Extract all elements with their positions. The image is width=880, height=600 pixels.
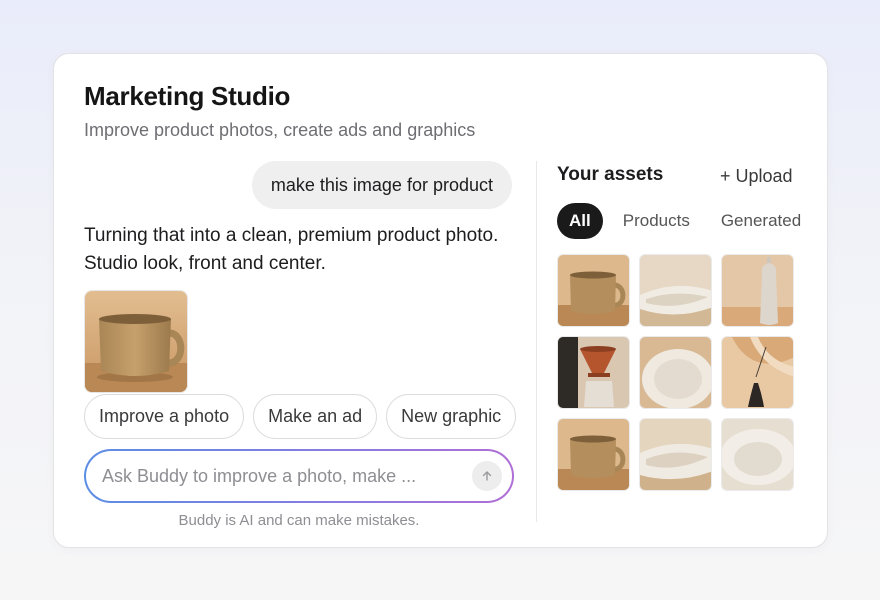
user-message-bubble: make this image for product	[251, 161, 512, 209]
disclaimer-text: Buddy is AI and can make mistakes.	[178, 512, 420, 529]
assistant-message: Turning that into a clean, premium produ…	[84, 225, 499, 274]
asset-plate[interactable]	[639, 336, 712, 409]
chat-input[interactable]	[102, 465, 472, 487]
chip-new-graphic[interactable]: New graphic	[386, 394, 517, 439]
marketing-studio-card: Marketing Studio Improve product photos,…	[53, 53, 828, 548]
asset-mug[interactable]	[557, 418, 630, 491]
tab-all[interactable]: All	[557, 203, 603, 239]
arrow-up-icon	[481, 470, 493, 482]
page-subtitle: Improve product photos, create ads and g…	[84, 120, 476, 140]
suggestion-chips: Improve a photo Make an ad New graphic	[84, 394, 517, 439]
chip-make-ad[interactable]: Make an ad	[253, 394, 378, 439]
tab-generated[interactable]: Generated	[710, 203, 812, 239]
panel-divider	[536, 161, 537, 522]
asset-vase[interactable]	[721, 254, 794, 327]
asset-bud-vase[interactable]	[721, 336, 794, 409]
mug-photo-image	[85, 291, 187, 392]
send-button[interactable]	[472, 461, 502, 491]
page-title: Marketing Studio	[84, 81, 291, 111]
result-image[interactable]	[84, 290, 188, 393]
assets-tabs: All Products Generated	[557, 203, 821, 239]
chip-improve-photo[interactable]: Improve a photo	[84, 394, 245, 439]
chat-input-container	[84, 449, 514, 503]
tab-products[interactable]: Products	[612, 203, 701, 239]
upload-button[interactable]: + Upload	[720, 166, 793, 187]
asset-coffee-dripper[interactable]	[557, 336, 630, 409]
asset-bowl[interactable]	[639, 418, 712, 491]
asset-bowl[interactable]	[639, 254, 712, 327]
asset-plate[interactable]	[721, 418, 794, 491]
asset-mug[interactable]	[557, 254, 630, 327]
assets-grid	[557, 254, 794, 491]
assets-title: Your assets	[557, 164, 664, 185]
